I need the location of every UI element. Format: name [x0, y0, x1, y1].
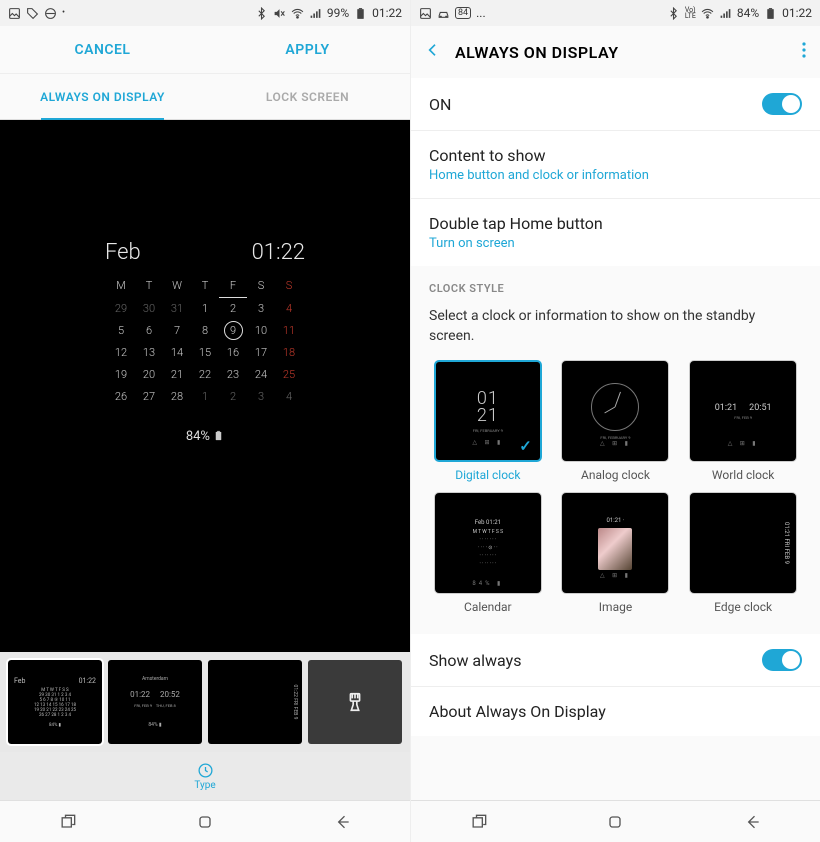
- option-digital-clock[interactable]: 01 21 FRI, FEBRUARY 9 △ ⊞ ▮ Digital cloc…: [429, 360, 547, 482]
- option-world-clock[interactable]: 01:2120:51 FRI, FEB 9 △ ⊞ ▮ World clock: [684, 360, 802, 482]
- wifi-icon: [701, 7, 714, 20]
- nav-bar: [0, 800, 410, 842]
- type-button[interactable]: Type: [0, 752, 410, 800]
- back-button[interactable]: [425, 42, 441, 62]
- preview-battery: 84%: [186, 429, 224, 444]
- option-analog-clock[interactable]: FRI, FEBRUARY 9 △ ⊞ ▮ Analog clock: [557, 360, 675, 482]
- battery-icon: [764, 7, 777, 20]
- status-time: 01:22: [372, 6, 402, 20]
- battery-percent: 99%: [327, 6, 349, 20]
- mute-icon: [273, 7, 286, 20]
- row-on[interactable]: ON: [411, 78, 820, 131]
- apply-button[interactable]: APPLY: [205, 26, 410, 73]
- tab-bar: ALWAYS ON DISPLAY LOCK SCREEN: [0, 74, 410, 120]
- signal-icon: [309, 7, 322, 20]
- option-calendar[interactable]: Feb 01:21 M T W T F S S · · · · · · ·· ·…: [429, 492, 547, 614]
- tab-lock-screen[interactable]: LOCK SCREEN: [205, 74, 410, 119]
- cancel-button[interactable]: CANCEL: [0, 26, 205, 73]
- phone-right: 84 ... Vo)LTE 84% 01:22 ALWAYS ON DISPLA…: [410, 0, 820, 842]
- battery-icon: [354, 7, 367, 20]
- nav-home[interactable]: [137, 801, 274, 842]
- clock-grid: 01 21 FRI, FEBRUARY 9 △ ⊞ ▮ Digital cloc…: [411, 360, 820, 634]
- status-dot: •: [62, 8, 65, 18]
- option-edge-clock[interactable]: 01:21 FRI FEB 9 Edge clock: [684, 492, 802, 614]
- tag-icon: [26, 7, 39, 20]
- option-image[interactable]: 01:21 · △ ⊞ ▮ Image: [557, 492, 675, 614]
- row-double-tap[interactable]: Double tap Home button Turn on screen: [411, 199, 820, 266]
- page-header: ALWAYS ON DISPLAY: [411, 26, 820, 78]
- thumbnail-row: Feb01:22 M T W T F S S29 30 31 1 2 3 45 …: [0, 652, 410, 752]
- show-always-toggle[interactable]: [762, 649, 802, 671]
- status-more: ...: [476, 6, 486, 20]
- row-content-to-show[interactable]: Content to show Home button and clock or…: [411, 131, 820, 199]
- more-button[interactable]: [802, 42, 806, 62]
- nav-home[interactable]: [547, 801, 683, 842]
- bluetooth-icon: [667, 7, 680, 20]
- nav-recents[interactable]: [0, 801, 137, 842]
- preview-calendar: MTWTFSS 2930311234 567891011 12131415161…: [107, 275, 303, 407]
- clock-icon: [197, 762, 214, 779]
- status-time: 01:22: [782, 6, 812, 20]
- preview-month: Feb: [105, 240, 141, 265]
- car-icon: [437, 7, 450, 20]
- image-icon: [8, 7, 21, 20]
- battery-percent: 84%: [737, 6, 759, 20]
- on-toggle[interactable]: [762, 93, 802, 115]
- page-title: ALWAYS ON DISPLAY: [455, 43, 619, 62]
- nav-recents[interactable]: [411, 801, 547, 842]
- wifi-icon: [291, 7, 304, 20]
- thumb-custom[interactable]: [308, 660, 402, 744]
- aod-preview: Feb 01:22 MTWTFSS 2930311234 567891011 1…: [0, 120, 410, 652]
- brush-icon: [344, 691, 366, 713]
- tab-aod[interactable]: ALWAYS ON DISPLAY: [0, 74, 205, 119]
- clock-style-desc: Select a clock or information to show on…: [411, 301, 820, 360]
- preview-time: 01:22: [252, 240, 305, 265]
- thumb-edge-clock[interactable]: 01:22 FRI FEB 9: [208, 660, 302, 744]
- signal-icon: [719, 7, 732, 20]
- section-clock-style: CLOCK STYLE: [411, 266, 820, 301]
- nav-back[interactable]: [684, 801, 820, 842]
- thumb-world-clock[interactable]: Amsterdam 01:2220:52 FRI, FEB 9 THU, FEB…: [108, 660, 202, 744]
- phone-left: • 99% 01:22 CANCEL APPLY ALWAYS ON DISPL…: [0, 0, 410, 842]
- row-about[interactable]: About Always On Display: [411, 687, 820, 736]
- on-label: ON: [429, 95, 762, 114]
- nav-back[interactable]: [273, 801, 410, 842]
- thumb-calendar[interactable]: Feb01:22 M T W T F S S29 30 31 1 2 3 45 …: [8, 660, 102, 744]
- speed-badge: 84: [455, 7, 471, 19]
- dialog-buttons: CANCEL APPLY: [0, 26, 410, 74]
- settings-body[interactable]: ON Content to show Home button and clock…: [411, 78, 820, 800]
- row-show-always[interactable]: Show always: [411, 634, 820, 687]
- bluetooth-icon: [255, 7, 268, 20]
- status-bar: 84 ... Vo)LTE 84% 01:22: [411, 0, 820, 26]
- block-icon: [44, 7, 57, 20]
- volte-icon: Vo)LTE: [685, 7, 696, 20]
- nav-bar: [411, 800, 820, 842]
- image-icon: [419, 7, 432, 20]
- status-bar: • 99% 01:22: [0, 0, 410, 26]
